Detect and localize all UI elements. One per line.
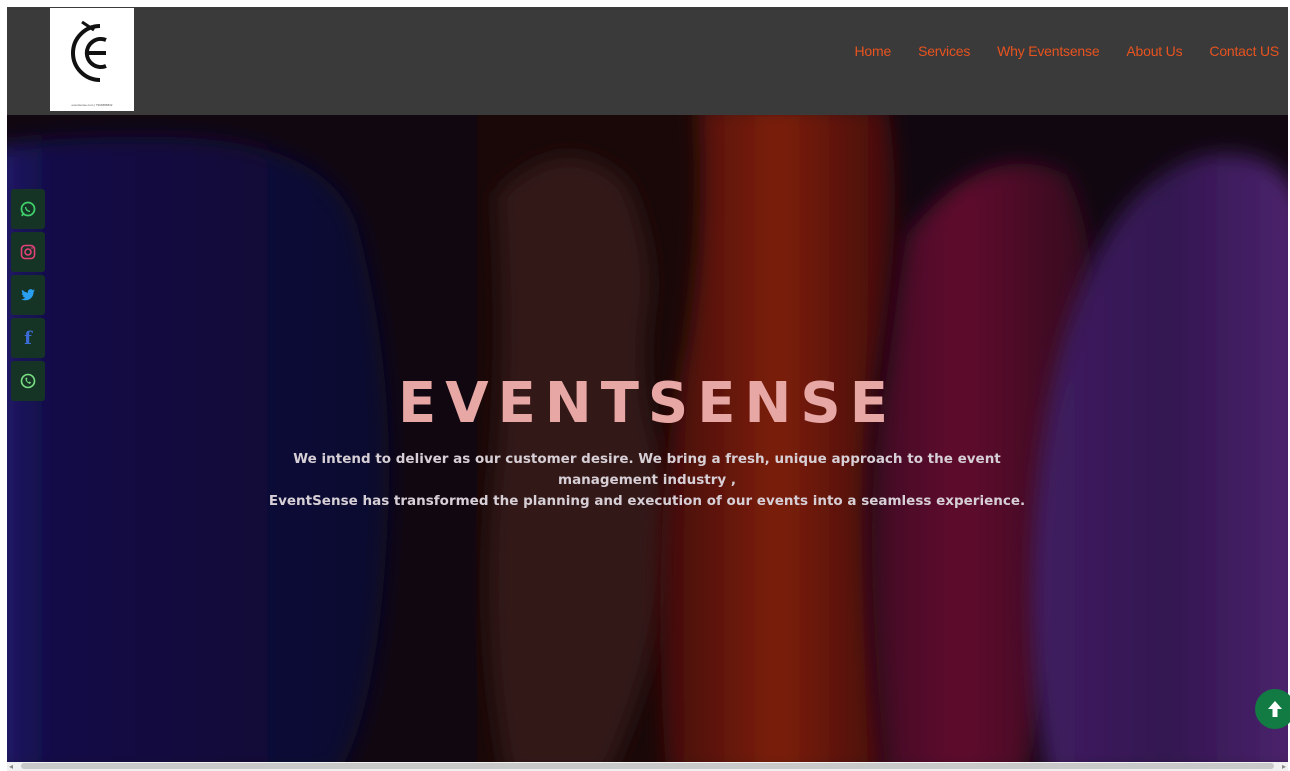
hero-description: We intend to deliver as our customer des… bbox=[247, 449, 1047, 512]
twitter-icon bbox=[21, 289, 35, 301]
scroll-left-icon[interactable]: ◂ bbox=[9, 762, 13, 771]
logo-caption: eventsense.com | 7904886832 bbox=[71, 103, 113, 107]
phone-icon bbox=[20, 373, 36, 389]
instagram-icon bbox=[20, 244, 36, 260]
horizontal-scrollbar[interactable]: ◂ ▸ bbox=[7, 762, 1288, 771]
nav-about-us[interactable]: About Us bbox=[1126, 43, 1182, 59]
main-nav: Home Services Why Eventsense About Us Co… bbox=[855, 43, 1280, 59]
hero-background-image bbox=[7, 115, 1288, 762]
logo[interactable]: eventsense.com | 7904886832 bbox=[50, 8, 134, 111]
eventsense-logo-icon bbox=[71, 20, 107, 82]
hero-section: EVENTSENSE We intend to deliver as our c… bbox=[7, 115, 1288, 762]
nav-services[interactable]: Services bbox=[918, 43, 970, 59]
page: eventsense.com | 7904886832 Home Service… bbox=[7, 7, 1288, 762]
nav-contact-us[interactable]: Contact US bbox=[1209, 43, 1279, 59]
navbar: eventsense.com | 7904886832 Home Service… bbox=[7, 7, 1288, 115]
facebook-icon: f bbox=[24, 327, 32, 349]
scroll-right-icon[interactable]: ▸ bbox=[1282, 762, 1286, 771]
scroll-to-top-button[interactable] bbox=[1255, 689, 1290, 729]
hero-description-line-2: EventSense has transformed the planning … bbox=[268, 493, 1026, 509]
facebook-button[interactable]: f bbox=[11, 318, 45, 358]
phone-button[interactable] bbox=[11, 361, 45, 401]
social-sidebar: f bbox=[11, 189, 45, 404]
scrollbar-thumb[interactable] bbox=[21, 763, 1274, 769]
twitter-button[interactable] bbox=[11, 275, 45, 315]
hero-title: EVENTSENSE bbox=[398, 371, 897, 436]
instagram-button[interactable] bbox=[11, 232, 45, 272]
nav-why-eventsense[interactable]: Why Eventsense bbox=[997, 43, 1099, 59]
nav-home[interactable]: Home bbox=[855, 43, 892, 59]
whatsapp-icon bbox=[20, 201, 36, 217]
hero-description-line-1: We intend to deliver as our customer des… bbox=[293, 451, 1001, 488]
arrow-up-icon bbox=[1268, 701, 1282, 717]
whatsapp-button[interactable] bbox=[11, 189, 45, 229]
